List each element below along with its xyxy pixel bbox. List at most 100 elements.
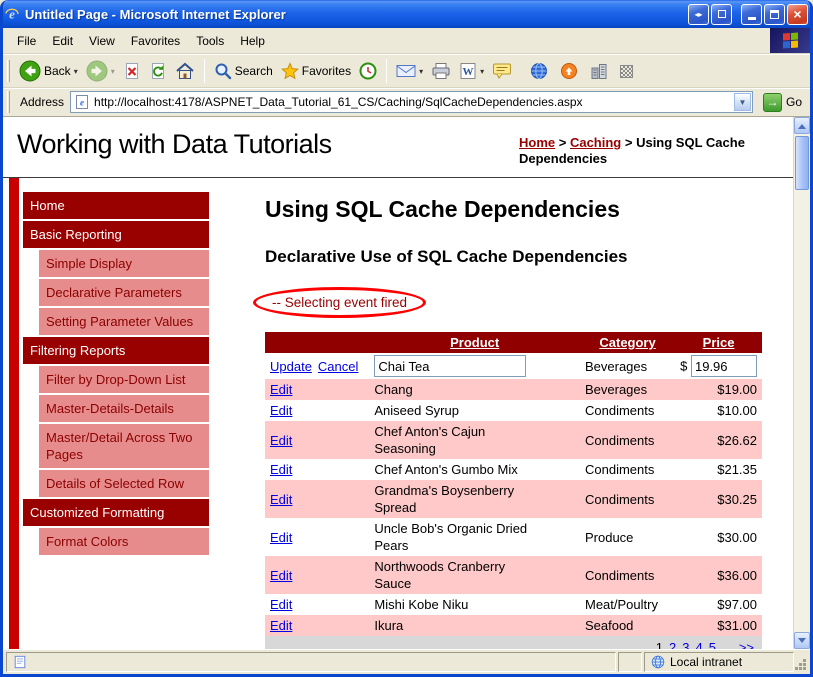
vertical-scrollbar[interactable]	[793, 117, 810, 649]
back-button[interactable]: Back ▾	[16, 58, 81, 84]
sidebar-item-customized-formatting[interactable]: Customized Formatting	[23, 499, 209, 526]
refresh-button[interactable]	[146, 60, 170, 82]
titlebar-arrows-button[interactable]: ◂▸	[688, 3, 709, 25]
pager-link-[interactable]: >>	[739, 640, 754, 649]
scrollbar-track[interactable]	[794, 134, 810, 632]
price-cell: $21.35	[675, 459, 762, 480]
go-icon: →	[762, 92, 782, 112]
buildings-button[interactable]	[587, 60, 611, 82]
command-cell: Edit	[265, 421, 370, 459]
edit-link[interactable]: Edit	[270, 618, 292, 633]
sidebar-item-basic-reporting[interactable]: Basic Reporting	[23, 221, 209, 248]
address-input[interactable]: e http://localhost:4178/ASPNET_Data_Tuto…	[70, 91, 753, 113]
pager-link-4[interactable]: 4	[696, 640, 703, 649]
product-cell: Chef Anton's Gumbo Mix	[369, 459, 580, 480]
address-bar: Address e http://localhost:4178/ASPNET_D…	[3, 88, 810, 116]
arrow-up-icon	[798, 120, 806, 129]
dither-grid-button[interactable]	[617, 63, 636, 80]
menu-item-help[interactable]: Help	[232, 30, 273, 52]
discuss-button[interactable]	[489, 60, 515, 82]
address-url[interactable]: http://localhost:4178/ASPNET_Data_Tutori…	[94, 95, 730, 109]
scroll-up-button[interactable]	[794, 117, 810, 134]
scrollbar-thumb[interactable]	[795, 136, 809, 190]
sidebar-item-home[interactable]: Home	[23, 192, 209, 219]
titlebar-screen-button[interactable]	[711, 3, 732, 25]
product-name-input[interactable]	[374, 355, 527, 377]
edit-link[interactable]: Edit	[270, 403, 292, 418]
pager-link-5[interactable]: 5	[709, 640, 716, 649]
print-button[interactable]	[428, 60, 454, 82]
address-label: Address	[20, 95, 65, 109]
edit-link[interactable]: Edit	[270, 568, 292, 583]
close-button[interactable]: ×	[787, 3, 808, 25]
edit-link[interactable]: Edit	[270, 462, 292, 477]
edit-with-word-button[interactable]: W ▾	[456, 60, 487, 82]
menu-item-edit[interactable]: Edit	[44, 30, 81, 52]
search-button[interactable]: Search	[211, 60, 276, 82]
sidebar-item-details-of-selected-row[interactable]: Details of Selected Row	[39, 470, 209, 497]
grid-row: Edit Chef Anton's Gumbo Mix Condiments $21.…	[265, 459, 762, 480]
forward-button[interactable]: ▾	[83, 58, 118, 84]
breadcrumb-link-caching[interactable]: Caching	[570, 135, 621, 150]
price-input[interactable]	[690, 355, 757, 377]
sidebar-item-master-detail-across-two-pages[interactable]: Master/Detail Across Two Pages	[39, 424, 209, 468]
category-cell: Condiments	[579, 421, 676, 459]
launch-button[interactable]	[557, 60, 581, 82]
messenger-button[interactable]	[527, 60, 551, 82]
page-header: Working with Data Tutorials Home > Cachi…	[3, 117, 793, 178]
mail-button[interactable]: ▾	[393, 61, 426, 81]
pager-link-2[interactable]: 2	[669, 640, 676, 649]
sidebar-item-declarative-parameters[interactable]: Declarative Parameters	[39, 279, 209, 306]
sidebar-item-format-colors[interactable]: Format Colors	[39, 528, 209, 555]
command-cell: Edit	[265, 518, 370, 556]
sidebar-item-simple-display[interactable]: Simple Display	[39, 250, 209, 277]
grid-row: Edit Ikura Seafood $31.00	[265, 615, 762, 636]
home-button[interactable]	[172, 60, 198, 82]
toolbar-grip[interactable]	[7, 60, 10, 82]
scroll-down-button[interactable]	[794, 632, 810, 649]
edit-link[interactable]: Edit	[270, 597, 292, 612]
sidebar-item-filter-by-drop-down-list[interactable]: Filter by Drop-Down List	[39, 366, 209, 393]
windows-flag-icon	[782, 32, 798, 49]
product-sort-link[interactable]: Product	[450, 335, 499, 350]
breadcrumb-separator: >	[555, 135, 570, 150]
minimize-button[interactable]	[741, 3, 762, 25]
price-column-header: Price	[675, 332, 762, 353]
breadcrumb-link-home[interactable]: Home	[519, 135, 555, 150]
title-bar[interactable]: e Untitled Page - Microsoft Internet Exp…	[3, 0, 810, 28]
category-sort-link[interactable]: Category	[599, 335, 655, 350]
go-label: Go	[785, 95, 802, 109]
cancel-link[interactable]: Cancel	[318, 359, 358, 374]
resize-grip[interactable]	[803, 667, 806, 670]
update-link[interactable]: Update	[270, 359, 312, 374]
toolbar-separator	[386, 59, 388, 83]
favorites-button[interactable]: Favorites	[278, 60, 354, 82]
discuss-icon	[493, 63, 512, 79]
sidebar-item-filtering-reports[interactable]: Filtering Reports	[23, 337, 209, 364]
menu-item-view[interactable]: View	[81, 30, 123, 52]
svg-text:W: W	[463, 66, 474, 78]
menu-item-favorites[interactable]: Favorites	[123, 30, 188, 52]
menu-item-tools[interactable]: Tools	[188, 30, 232, 52]
grid-row: Edit Uncle Bob's Organic Dried Pears Produ…	[265, 518, 762, 556]
forward-dropdown-icon: ▾	[110, 66, 115, 76]
menu-item-file[interactable]: File	[9, 30, 44, 52]
history-button[interactable]	[356, 60, 380, 82]
edit-link[interactable]: Edit	[270, 530, 292, 545]
sidebar-item-master-details-details[interactable]: Master-Details-Details	[39, 395, 209, 422]
go-button[interactable]: → Go	[759, 92, 806, 112]
pager-link-3[interactable]: 3	[682, 640, 689, 649]
document-icon	[14, 655, 26, 669]
grid-row: Edit Chef Anton's Cajun Seasoning Condimen…	[265, 421, 762, 459]
toolbar-extra-icons	[527, 60, 636, 82]
maximize-button[interactable]	[764, 3, 785, 25]
addressbar-grip[interactable]	[7, 91, 10, 113]
price-sort-link[interactable]: Price	[703, 335, 735, 350]
edit-link[interactable]: Edit	[270, 433, 292, 448]
sidebar-item-setting-parameter-values[interactable]: Setting Parameter Values	[39, 308, 209, 335]
edit-link[interactable]: Edit	[270, 382, 292, 397]
address-dropdown-button[interactable]: ▼	[733, 93, 751, 111]
stop-button[interactable]	[120, 60, 144, 82]
pager-link-[interactable]: ...	[722, 640, 733, 649]
edit-link[interactable]: Edit	[270, 492, 292, 507]
